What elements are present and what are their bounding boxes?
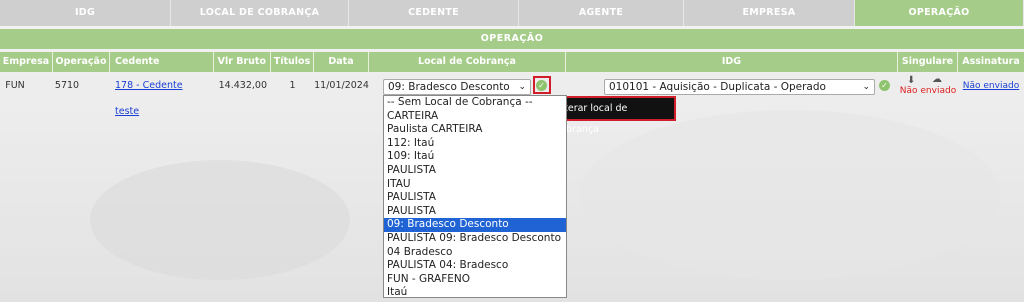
col-header-assinatura: Assinatura (958, 52, 1024, 72)
tab-idg[interactable]: IDG (0, 0, 171, 26)
tab-operacao[interactable]: OPERAÇÃO (855, 0, 1024, 26)
cedente-link[interactable]: 178 - Cedente teste (115, 80, 183, 117)
tab-local-de-cobranca[interactable]: LOCAL DE COBRANÇA (171, 0, 349, 26)
col-header-vlr-bruto: Vlr Bruto (214, 52, 271, 72)
local-cobranca-selected: 09: Bradesco Desconto (388, 81, 510, 93)
cell-titulos: 1 (289, 80, 296, 91)
col-header-operacao: Operação (53, 52, 110, 72)
col-header-idg: IDG (566, 52, 898, 72)
col-header-singulare: Singulare (898, 52, 958, 72)
alterar-local-button-highlight[interactable] (533, 76, 551, 94)
col-header-titulos: Títulos (271, 52, 314, 72)
cell-operacao: 5710 (54, 80, 80, 91)
dropdown-option[interactable]: PAULISTA (384, 164, 566, 178)
idg-select[interactable]: 010101 - Aquisição - Duplicata - Operado… (604, 79, 875, 95)
dropdown-option[interactable]: -- Sem Local de Cobrança -- (384, 96, 566, 110)
check-circle-icon: ✓ (879, 80, 890, 91)
dropdown-option[interactable]: PAULISTA 09: Bradesco Desconto (384, 232, 566, 246)
cell-data: 11/01/2024 (314, 80, 369, 91)
cell-cedente: 178 - Cedente teste (115, 73, 205, 117)
tooltip-alterar-local: Alterar local de cobrança (548, 96, 676, 135)
dropdown-option[interactable]: 109: Itaú (384, 150, 566, 164)
col-header-cedente: Cedente (110, 52, 214, 72)
dropdown-option[interactable]: FUN - GRAFENO (384, 273, 566, 287)
dropdown-option[interactable]: PAULISTA (384, 191, 566, 205)
dropdown-option-selected[interactable]: 09: Bradesco Desconto (384, 218, 566, 232)
dropdown-option[interactable]: CARTEIRA (384, 110, 566, 124)
chevron-down-icon: ⌄ (862, 82, 870, 92)
singulare-status: Não enviado (899, 86, 957, 96)
dropdown-option[interactable]: Itaú (384, 286, 566, 300)
idg-selected: 010101 - Aquisição - Duplicata - Operado (609, 81, 826, 93)
tab-empresa[interactable]: EMPRESA (684, 0, 855, 26)
cell-vlr-bruto: 14.432,00 (218, 80, 267, 91)
chevron-down-icon: ⌄ (518, 82, 526, 92)
local-cobranca-dropdown[interactable]: -- Sem Local de Cobrança -- CARTEIRA Pau… (383, 95, 567, 298)
dropdown-option[interactable]: ITAU (384, 178, 566, 192)
tab-bar: IDG LOCAL DE COBRANÇA CEDENTE AGENTE EMP… (0, 0, 1024, 26)
dropdown-option[interactable]: PAULISTA 04: Bradesco (384, 259, 566, 273)
cell-assinatura: Não enviado (960, 73, 1022, 99)
background-decoration (580, 110, 1000, 280)
assinatura-link[interactable]: Não enviado (963, 81, 1019, 91)
col-header-empresa: Empresa (0, 52, 53, 72)
tab-cedente[interactable]: CEDENTE (349, 0, 519, 26)
col-header-data: Data (314, 52, 369, 72)
dropdown-option[interactable]: PAULISTA (384, 205, 566, 219)
dropdown-option[interactable]: Paulista CARTEIRA (384, 123, 566, 137)
tab-agente[interactable]: AGENTE (519, 0, 684, 26)
background-decoration (90, 160, 350, 280)
col-header-local-cobranca: Local de Cobrança (369, 52, 566, 72)
cell-empresa: FUN (5, 80, 25, 91)
section-title: OPERAÇÃO (0, 29, 1024, 49)
dropdown-option[interactable]: 04 Bradesco (384, 246, 566, 260)
dropdown-option[interactable]: 112: Itaú (384, 137, 566, 151)
local-cobranca-select[interactable]: 09: Bradesco Desconto ⌄ (383, 79, 531, 95)
